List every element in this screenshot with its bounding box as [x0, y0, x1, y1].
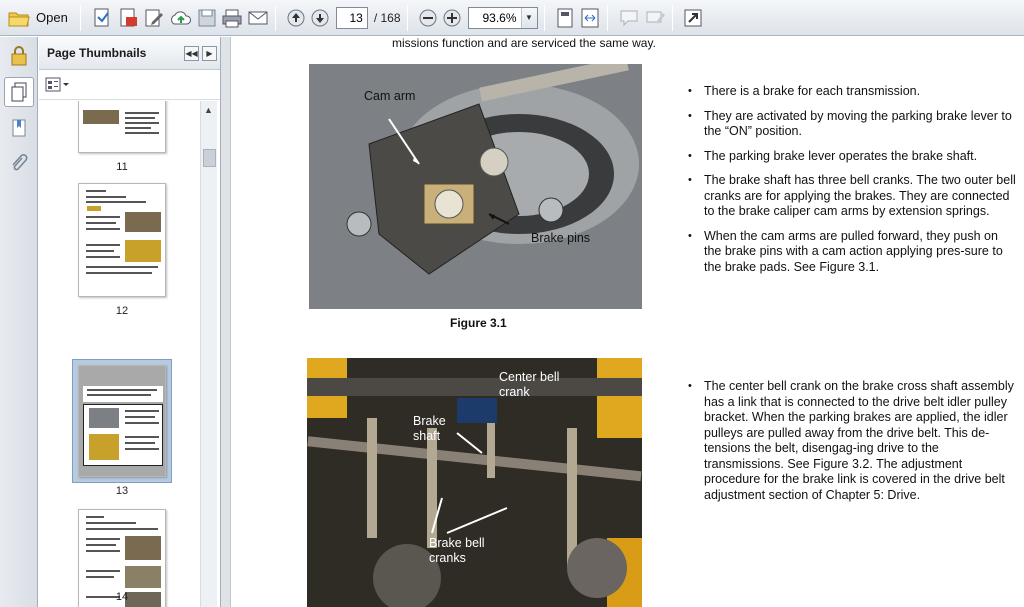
- edit-icon: [145, 9, 163, 26]
- bullet-item: They are activated by moving the parking…: [688, 109, 1018, 140]
- expand-icon: [684, 9, 702, 26]
- envelope-icon: [248, 11, 268, 24]
- print-button[interactable]: [221, 4, 243, 32]
- fit-page-icon: [557, 8, 573, 27]
- thumbnail-scrollbar[interactable]: ▲: [200, 101, 217, 607]
- zoom-select[interactable]: 93.6% ▼: [467, 6, 538, 29]
- scroll-up-icon[interactable]: ▲: [204, 105, 213, 115]
- page-thumbnail[interactable]: [78, 101, 166, 153]
- printer-icon: [222, 9, 242, 27]
- create-pdf-button[interactable]: [91, 4, 113, 32]
- highlighter-icon: [646, 11, 665, 24]
- thumbnail-label: 14: [115, 591, 129, 603]
- save-button[interactable]: [197, 4, 217, 32]
- panel-title: Page Thumbnails: [47, 46, 147, 60]
- page-thumbnails-icon[interactable]: [3, 77, 34, 107]
- document-view: missions function and are serviced the s…: [232, 37, 1024, 607]
- paperclip-icon[interactable]: [4, 149, 34, 179]
- highlight-button[interactable]: [644, 4, 666, 32]
- speech-bubble-icon: [620, 10, 638, 26]
- figure-callout: Brake pins: [531, 231, 591, 245]
- pdf-convert-icon: [120, 8, 137, 26]
- page-number-input[interactable]: 13: [335, 6, 368, 29]
- toolbar-separator: [543, 4, 545, 31]
- document-text-line: missions function and are serviced the s…: [392, 37, 656, 50]
- lock-icon[interactable]: [4, 41, 34, 71]
- open-button[interactable]: Open: [8, 4, 74, 32]
- figure-caption: Figure 3.1: [450, 316, 507, 330]
- fit-width-button[interactable]: [579, 4, 601, 32]
- thumbnails-panel: Page Thumbnails ◀◀ ▶ 11 12 13 14 ▲: [39, 37, 221, 607]
- thumbnail-label: 13: [115, 485, 129, 497]
- zoom-value: 93.6%: [482, 10, 517, 25]
- figure-3-2-photo: Center bell crank Brake shaft Brake bell…: [307, 358, 642, 607]
- edit-pdf-button[interactable]: [143, 4, 165, 32]
- brake-assembly-illustration: [309, 64, 642, 309]
- page-thumbnail-current[interactable]: [78, 365, 166, 477]
- panel-options: [39, 70, 220, 100]
- chevron-down-icon[interactable]: ▼: [520, 7, 537, 28]
- fit-width-icon: [581, 8, 599, 27]
- thumbnail-label: 11: [116, 161, 128, 173]
- email-button[interactable]: [247, 4, 269, 32]
- previous-page-button[interactable]: [286, 4, 306, 32]
- bullet-list-2: The center bell crank on the brake cross…: [688, 379, 1018, 512]
- bullet-item: There is a brake for each transmission.: [688, 84, 1018, 100]
- figure-callout: Brake bell cranks: [429, 536, 485, 565]
- comment-button[interactable]: [618, 4, 640, 32]
- page-thumbnail[interactable]: [78, 183, 166, 297]
- fit-page-button[interactable]: [555, 4, 575, 32]
- toolbar-separator: [406, 4, 408, 31]
- figure-3-1-photo: Cam arm Brake pins: [309, 64, 642, 309]
- arrow-up-icon: [287, 9, 305, 26]
- scrollbar-thumb[interactable]: [203, 149, 216, 167]
- navigation-bar: [0, 37, 38, 607]
- thumbnail-list: 11 12 13 14: [39, 101, 199, 607]
- main-toolbar: Open 13 / 168 93.6% ▼: [0, 0, 1024, 36]
- open-label: Open: [36, 10, 68, 25]
- bullet-item: The parking brake lever operates the bra…: [688, 149, 1018, 165]
- thumbnail-label: 12: [115, 305, 129, 317]
- toolbar-separator: [671, 4, 673, 31]
- toolbar-separator: [79, 4, 81, 31]
- save-icon: [198, 9, 216, 26]
- panel-header: Page Thumbnails ◀◀ ▶: [39, 37, 220, 70]
- zoom-out-button[interactable]: [418, 4, 438, 32]
- page-total: / 168: [373, 10, 401, 25]
- toolbar-separator: [274, 4, 276, 31]
- toolbar-separator: [606, 4, 608, 31]
- bullet-item: When the cam arms are pulled forward, th…: [688, 229, 1018, 276]
- arrow-down-icon: [311, 9, 329, 26]
- plus-circle-icon: [443, 9, 461, 26]
- minus-circle-icon: [419, 9, 437, 26]
- bullet-item: The brake shaft has three bell cranks. T…: [688, 173, 1018, 220]
- cloud-upload-icon: [170, 10, 191, 24]
- upload-button[interactable]: [169, 4, 193, 32]
- figure-callout: Cam arm: [364, 89, 416, 103]
- figure-callout: Center bell crank: [499, 370, 560, 399]
- next-page-button[interactable]: [310, 4, 330, 32]
- bullet-item: The center bell crank on the brake cross…: [688, 379, 1018, 503]
- collapse-panel-button[interactable]: ◀◀: [184, 45, 199, 61]
- convert-pdf-button[interactable]: [117, 4, 139, 32]
- bookmark-icon[interactable]: [4, 113, 34, 143]
- create-pdf-icon: [94, 8, 109, 26]
- folder-icon: [8, 12, 30, 26]
- figure-callout: Brake shaft: [413, 414, 446, 443]
- panel-splitter[interactable]: [221, 37, 231, 607]
- brake-cross-shaft-illustration: [307, 358, 642, 607]
- bullet-list-1: There is a brake for each transmission. …: [688, 84, 1018, 284]
- zoom-in-button[interactable]: [442, 4, 462, 32]
- expand-button[interactable]: [683, 4, 703, 32]
- panel-menu-button[interactable]: ▶: [202, 45, 217, 61]
- thumbnail-options-icon[interactable]: [45, 77, 71, 93]
